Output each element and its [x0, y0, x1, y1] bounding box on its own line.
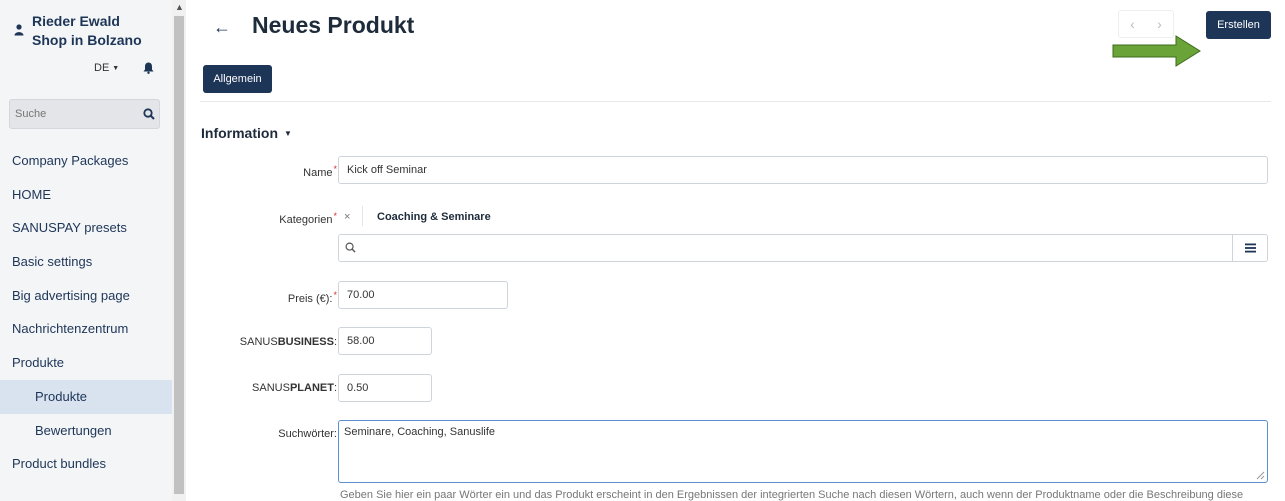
name-label: Name*: [303, 164, 337, 179]
language-value: DE: [94, 62, 110, 74]
user-icon: [14, 24, 24, 36]
main-content: ← Neues Produkt ‹ › Erstellen Allgemein …: [186, 0, 1285, 501]
sidebar-scrollbar[interactable]: ▲: [172, 0, 186, 501]
field-divider: [1232, 235, 1233, 261]
previous-record-icon[interactable]: ‹: [1130, 16, 1135, 32]
page-title: Neues Produkt: [252, 12, 415, 38]
next-record-icon[interactable]: ›: [1157, 16, 1162, 32]
search-icon: [345, 242, 356, 253]
green-annotation-arrow: [1112, 35, 1201, 67]
bell-icon[interactable]: [143, 62, 154, 74]
back-arrow-icon[interactable]: ←: [213, 17, 231, 38]
sidebar-nav: Company Packages HOME SANUSPAY presets B…: [0, 144, 172, 481]
sidebar-item-home[interactable]: HOME: [0, 178, 172, 212]
search-icon[interactable]: [143, 108, 155, 120]
categories-label: Kategorien*: [279, 211, 337, 226]
price-input[interactable]: [347, 287, 497, 303]
language-selector[interactable]: DE ▼: [94, 62, 119, 74]
planet-input[interactable]: [347, 380, 425, 396]
keywords-help-text: Geben Sie hier ein paar Wörter ein und d…: [340, 489, 1244, 501]
sidebar-item-company-packages[interactable]: Company Packages: [0, 144, 172, 178]
create-button[interactable]: Erstellen: [1206, 11, 1271, 39]
price-label: Preis (€):*: [287, 290, 337, 305]
sidebar-item-sanuspay-presets[interactable]: SANUSPAY presets: [0, 211, 172, 245]
hamburger-icon[interactable]: [1245, 243, 1256, 253]
business-label: SANUSBUSINESS:: [239, 336, 337, 348]
keywords-label: Suchwörter:: [278, 428, 337, 440]
keywords-textarea[interactable]: Seminare, Coaching, Sanuslife: [344, 426, 1244, 476]
user-name: Rieder Ewald Shop in Bolzano: [32, 12, 172, 50]
sidebar-item-nachrichtenzentrum[interactable]: Nachrichtenzentrum: [0, 312, 172, 346]
scroll-thumb[interactable]: [174, 16, 184, 494]
divider: [200, 101, 1271, 102]
sidebar-item-produkte[interactable]: Produkte: [0, 346, 172, 380]
name-field: [338, 156, 1268, 184]
section-toggle-information[interactable]: Information ▼: [201, 125, 292, 141]
name-input[interactable]: [347, 162, 1247, 178]
business-input[interactable]: [347, 333, 425, 349]
sidebar-subitem-produkte[interactable]: Produkte: [0, 379, 172, 414]
tag-separator: [362, 206, 363, 226]
tab-allgemein[interactable]: Allgemein: [203, 65, 272, 93]
sidebar-item-big-advertising-page[interactable]: Big advertising page: [0, 279, 172, 313]
category-search-input[interactable]: [361, 240, 1221, 256]
search-input[interactable]: [15, 106, 135, 122]
section-title: Information: [201, 125, 278, 141]
sidebar-item-product-bundles[interactable]: Product bundles: [0, 447, 172, 481]
shop-name: Shop in Bolzano: [32, 32, 142, 48]
user-name-line1: Rieder Ewald: [32, 13, 120, 29]
price-field: [338, 281, 508, 309]
keywords-field: Seminare, Coaching, Sanuslife: [338, 420, 1268, 483]
sidebar-subitem-bewertungen[interactable]: Bewertungen: [0, 414, 172, 448]
planet-field: [338, 374, 432, 402]
resize-handle-icon[interactable]: [1256, 471, 1265, 480]
sidebar: Rieder Ewald Shop in Bolzano DE▼ Company…: [0, 0, 186, 501]
caret-down-icon: ▼: [112, 65, 120, 72]
category-search-field: [338, 234, 1268, 262]
remove-category-icon[interactable]: ×: [344, 211, 350, 223]
sidebar-item-basic-settings[interactable]: Basic settings: [0, 245, 172, 279]
scroll-up-icon[interactable]: ▲: [175, 2, 184, 12]
business-field: [338, 327, 432, 355]
sidebar-search: [9, 99, 160, 129]
planet-label: SANUSPLANET:: [252, 382, 337, 394]
caret-down-icon: ▼: [284, 129, 292, 138]
category-tag: Coaching & Seminare: [377, 211, 491, 223]
